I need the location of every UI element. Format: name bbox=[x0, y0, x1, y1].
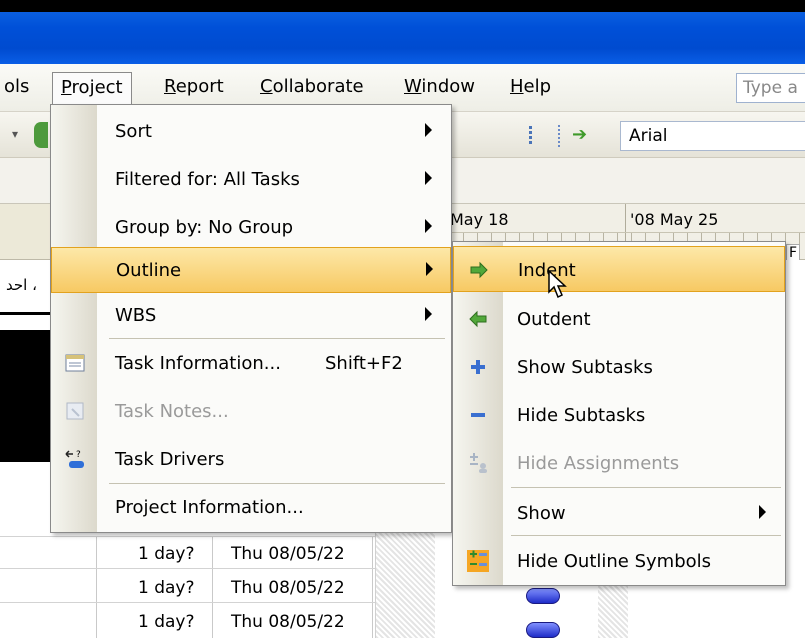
menu-item-show[interactable]: Show bbox=[453, 490, 785, 536]
table-header bbox=[0, 204, 50, 260]
toolbar-green-icon[interactable] bbox=[34, 122, 48, 148]
duration-cell[interactable]: 1 day? bbox=[138, 544, 195, 564]
help-search-input[interactable]: Type a bbox=[736, 73, 805, 103]
menu-item-shortcut: Shift+F2 bbox=[325, 353, 403, 374]
menu-collaborate[interactable]: Collaborate bbox=[252, 72, 372, 104]
toolbar-dropdown-arrow-icon[interactable]: ▾ bbox=[12, 127, 18, 141]
menu-item-label: Group by: No Group bbox=[115, 217, 294, 238]
task-drivers-icon: ? bbox=[65, 450, 84, 468]
menu-separator bbox=[109, 483, 445, 484]
svg-text:?: ? bbox=[76, 450, 81, 460]
duration-cell[interactable]: 1 day? bbox=[138, 612, 195, 632]
menu-item-label: Task Notes... bbox=[115, 401, 229, 422]
menu-item-outline[interactable]: Outline bbox=[51, 247, 451, 293]
submenu-arrow-icon bbox=[759, 505, 766, 519]
task-name-cell[interactable]: احد ، bbox=[6, 276, 37, 294]
menu-item-label: Show Subtasks bbox=[517, 357, 653, 378]
column-divider bbox=[96, 536, 97, 638]
selected-rows-block[interactable] bbox=[0, 330, 50, 462]
menu-item-indent[interactable]: Indent bbox=[453, 246, 785, 292]
menu-item-hide-outline-symbols[interactable]: Hide Outline Symbols bbox=[453, 538, 785, 584]
mouse-pointer-icon bbox=[548, 270, 567, 299]
menu-item-label: Project Information... bbox=[115, 497, 304, 518]
column-divider bbox=[372, 536, 373, 638]
row-divider bbox=[0, 568, 375, 569]
row-divider bbox=[0, 602, 375, 603]
timescale-week-1: May 18 bbox=[450, 210, 509, 229]
menu-project[interactable]: Project bbox=[52, 72, 132, 104]
outline-submenu: Indent Outdent Show Subtasks Hide Subtas… bbox=[452, 241, 786, 586]
menu-item-label: Outline bbox=[116, 260, 182, 281]
gantt-bar[interactable] bbox=[526, 622, 560, 638]
menu-item-project-information[interactable]: Project Information... bbox=[51, 485, 451, 531]
submenu-arrow-icon bbox=[425, 171, 432, 185]
submenu-arrow-icon bbox=[425, 123, 432, 137]
menu-item-sort[interactable]: Sort bbox=[51, 109, 451, 155]
task-info-icon bbox=[65, 354, 85, 372]
minus-icon bbox=[471, 413, 485, 417]
toolbar-separator bbox=[558, 125, 560, 147]
outdent-arrow-icon bbox=[469, 310, 487, 328]
menu-item-filtered-for[interactable]: Filtered for: All Tasks bbox=[51, 157, 451, 203]
menu-report[interactable]: Report bbox=[156, 72, 232, 104]
menu-item-label: Sort bbox=[115, 121, 152, 142]
submenu-arrow-icon bbox=[426, 262, 433, 276]
start-cell[interactable]: Thu 08/05/22 bbox=[231, 578, 345, 598]
menu-item-label: Hide Assignments bbox=[517, 453, 680, 474]
menu-item-label: Task Information... bbox=[115, 353, 281, 374]
toolbar-grip-icon[interactable] bbox=[526, 124, 536, 148]
plus-icon bbox=[471, 360, 485, 374]
row-divider bbox=[0, 536, 375, 537]
project-menu: Sort Filtered for: All Tasks Group by: N… bbox=[50, 104, 452, 533]
task-notes-icon bbox=[66, 402, 84, 420]
menu-separator bbox=[109, 338, 445, 339]
menu-item-task-notes[interactable]: Task Notes... bbox=[51, 389, 451, 435]
menu-tools[interactable]: ols bbox=[0, 72, 37, 104]
submenu-arrow-icon bbox=[425, 219, 432, 233]
menu-item-outdent[interactable]: Outdent bbox=[453, 296, 785, 342]
indent-toolbar-icon[interactable]: ➔ bbox=[572, 124, 587, 145]
menu-separator bbox=[511, 487, 781, 488]
menu-item-hide-assignments[interactable]: Hide Assignments bbox=[453, 440, 785, 486]
menu-item-label: Outdent bbox=[517, 309, 591, 330]
menu-separator bbox=[511, 535, 781, 536]
menu-item-task-information[interactable]: Task Information... Shift+F2 bbox=[51, 341, 451, 387]
column-divider bbox=[212, 536, 213, 638]
menu-item-label: Show bbox=[517, 503, 566, 524]
hide-assignments-icon bbox=[470, 453, 487, 473]
menu-item-show-subtasks[interactable]: Show Subtasks bbox=[453, 344, 785, 390]
timescale-week-2: '08 May 25 bbox=[630, 210, 719, 229]
menu-window[interactable]: Window bbox=[396, 72, 483, 104]
submenu-arrow-icon bbox=[425, 307, 432, 321]
screen-top-edge bbox=[0, 0, 805, 12]
menu-item-hide-subtasks[interactable]: Hide Subtasks bbox=[453, 392, 785, 438]
menu-item-label: Task Drivers bbox=[115, 449, 225, 470]
title-bar bbox=[0, 12, 805, 64]
outline-symbols-icon bbox=[467, 550, 489, 572]
menu-help[interactable]: Help bbox=[502, 72, 559, 104]
menu-item-group-by[interactable]: Group by: No Group bbox=[51, 205, 451, 251]
duration-cell[interactable]: 1 day? bbox=[138, 578, 195, 598]
menu-item-wbs[interactable]: WBS bbox=[51, 293, 451, 339]
gantt-bar[interactable] bbox=[526, 588, 560, 604]
menu-item-label: WBS bbox=[115, 305, 157, 326]
indent-arrow-icon bbox=[470, 261, 488, 279]
menu-item-label: Hide Subtasks bbox=[517, 405, 646, 426]
menu-item-label: Filtered for: All Tasks bbox=[115, 169, 300, 190]
summary-bar bbox=[0, 312, 50, 315]
start-cell[interactable]: Thu 08/05/22 bbox=[231, 544, 345, 564]
start-cell[interactable]: Thu 08/05/22 bbox=[231, 612, 345, 632]
menu-item-label: Hide Outline Symbols bbox=[517, 551, 712, 572]
menu-item-task-drivers[interactable]: ? Task Drivers bbox=[51, 437, 451, 483]
font-name-select[interactable]: Arial bbox=[620, 121, 805, 151]
